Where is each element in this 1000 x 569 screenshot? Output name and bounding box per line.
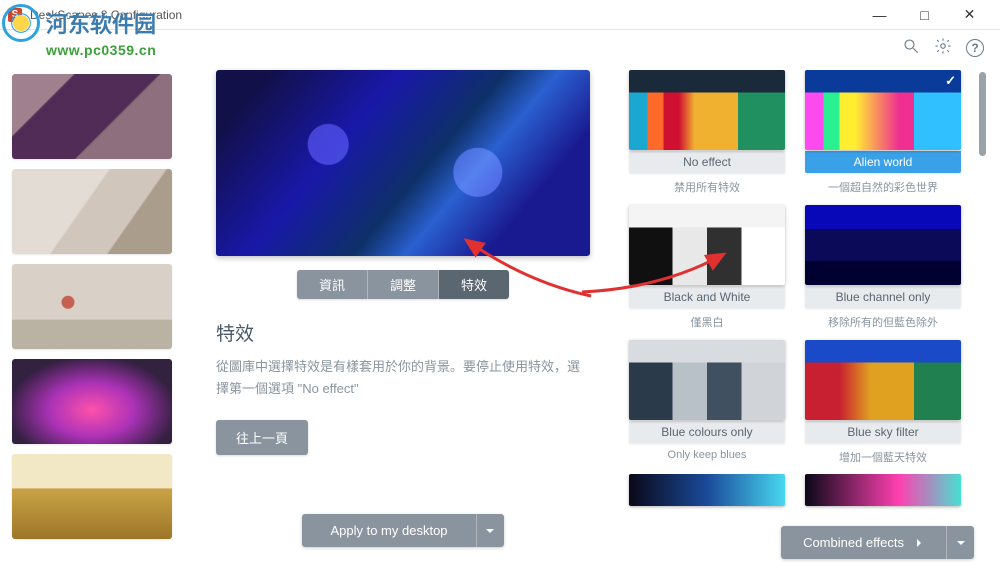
effect-thumbnail: [805, 205, 961, 285]
section-heading: 特效: [216, 319, 590, 346]
wallpaper-thumb[interactable]: [12, 264, 172, 349]
title-bar: S DeskScapes 8 Configuration — □ ✕: [0, 0, 1000, 30]
effect-card[interactable]: No effect 禁用所有特效: [622, 70, 792, 203]
effect-description: 移除所有的但藍色除外: [828, 314, 938, 330]
effects-grid: No effect 禁用所有特效 Alien world 一個超自然的彩色世界 Blac…: [622, 70, 992, 516]
tab-info[interactable]: 資訊: [297, 270, 368, 299]
apply-button-group: Apply to my desktop: [302, 514, 503, 547]
main-panel: 資訊 調整 特效 特效 從圖庫中選擇特效是有樣套用於你的背景。要停止使用特效，選…: [188, 66, 618, 569]
effect-card[interactable]: Blue channel only 移除所有的但藍色除外: [798, 205, 968, 338]
content-area: 資訊 調整 特效 特效 從圖庫中選擇特效是有樣套用於你的背景。要停止使用特效，選…: [0, 66, 1000, 569]
effect-thumbnail: [629, 474, 785, 506]
effect-card[interactable]: [798, 474, 968, 514]
wallpaper-thumb[interactable]: [12, 454, 172, 539]
effect-description: 一個超自然的彩色世界: [828, 179, 938, 195]
tab-adjust[interactable]: 調整: [368, 270, 439, 299]
combined-dropdown-button[interactable]: [946, 526, 974, 559]
effect-thumbnail: [805, 340, 961, 420]
effect-card[interactable]: Blue colours only Only keep blues: [622, 340, 792, 473]
effect-description: 增加一個藍天特效: [839, 449, 927, 465]
scrollbar-thumb[interactable]: [979, 72, 986, 156]
effect-card[interactable]: [622, 474, 792, 514]
app-icon: S: [8, 8, 22, 22]
chevron-down-icon: [485, 526, 495, 536]
search-icon[interactable]: [902, 37, 920, 60]
help-icon[interactable]: ?: [966, 39, 984, 57]
tab-effects[interactable]: 特效: [439, 270, 509, 299]
wallpaper-thumb[interactable]: [12, 359, 172, 444]
settings-icon[interactable]: [934, 37, 952, 60]
apply-button[interactable]: Apply to my desktop: [302, 514, 475, 547]
close-button[interactable]: ✕: [947, 0, 992, 30]
wallpaper-thumb[interactable]: [12, 74, 172, 159]
effect-card[interactable]: Blue sky filter 增加一個藍天特效: [798, 340, 968, 473]
wallpaper-preview: [216, 70, 590, 256]
chevron-down-icon: [956, 538, 966, 548]
section-description: 從圖庫中選擇特效是有樣套用於你的背景。要停止使用特效，選擇第一個選項 "No e…: [216, 356, 590, 400]
tab-bar: 資訊 調整 特效: [297, 270, 509, 299]
effect-name: No effect: [629, 151, 785, 173]
effect-description: 禁用所有特效: [674, 179, 740, 195]
apply-dropdown-button[interactable]: [476, 514, 504, 547]
effect-name: Blue colours only: [629, 421, 785, 443]
effect-thumbnail: [805, 474, 961, 506]
combined-label: Combined effects: [803, 535, 904, 550]
top-toolbar: ?: [0, 30, 1000, 66]
effect-name: Black and White: [629, 286, 785, 308]
effects-panel: No effect 禁用所有特效 Alien world 一個超自然的彩色世界 Blac…: [618, 66, 1000, 569]
maximize-button[interactable]: □: [902, 0, 947, 30]
wallpaper-sidebar: [0, 66, 188, 569]
effect-name: Blue channel only: [805, 286, 961, 308]
chevron-right-icon: [914, 538, 924, 548]
window-title: DeskScapes 8 Configuration: [30, 8, 182, 22]
effect-card[interactable]: Black and White 僅黑白: [622, 205, 792, 338]
effect-thumbnail: [629, 70, 785, 150]
combined-button-group: Combined effects: [781, 526, 974, 559]
effect-thumbnail: [629, 340, 785, 420]
wallpaper-thumb[interactable]: [12, 169, 172, 254]
effect-card[interactable]: Alien world 一個超自然的彩色世界: [798, 70, 968, 203]
effect-description: 僅黑白: [691, 314, 724, 330]
effect-name: Blue sky filter: [805, 421, 961, 443]
minimize-button[interactable]: —: [857, 0, 902, 30]
window-controls: — □ ✕: [857, 0, 992, 30]
back-button[interactable]: 往上一頁: [216, 420, 308, 455]
effect-thumbnail: [805, 70, 961, 150]
effect-thumbnail: [629, 205, 785, 285]
combined-effects-button[interactable]: Combined effects: [781, 526, 946, 559]
effect-description: Only keep blues: [668, 449, 747, 461]
effect-name: Alien world: [805, 151, 961, 173]
